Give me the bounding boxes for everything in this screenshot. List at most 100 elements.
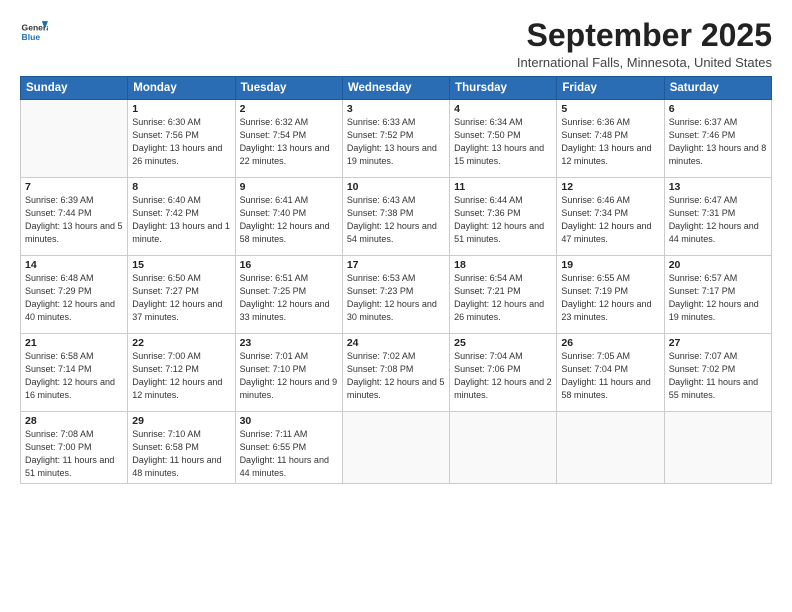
day-info: Sunrise: 6:57 AM Sunset: 7:17 PM Dayligh…	[669, 272, 767, 324]
calendar-cell	[557, 412, 664, 484]
header-row: Sunday Monday Tuesday Wednesday Thursday…	[21, 77, 772, 100]
calendar-cell: 13Sunrise: 6:47 AM Sunset: 7:31 PM Dayli…	[664, 178, 771, 256]
day-number: 26	[561, 337, 659, 349]
day-info: Sunrise: 6:39 AM Sunset: 7:44 PM Dayligh…	[25, 194, 123, 246]
day-info: Sunrise: 6:30 AM Sunset: 7:56 PM Dayligh…	[132, 116, 230, 168]
day-number: 7	[25, 181, 123, 193]
calendar-cell	[342, 412, 449, 484]
day-info: Sunrise: 6:46 AM Sunset: 7:34 PM Dayligh…	[561, 194, 659, 246]
svg-text:Blue: Blue	[22, 32, 41, 42]
day-number: 12	[561, 181, 659, 193]
location-subtitle: International Falls, Minnesota, United S…	[517, 55, 772, 70]
calendar-cell: 3Sunrise: 6:33 AM Sunset: 7:52 PM Daylig…	[342, 100, 449, 178]
day-info: Sunrise: 6:50 AM Sunset: 7:27 PM Dayligh…	[132, 272, 230, 324]
title-block: September 2025 International Falls, Minn…	[517, 18, 772, 70]
day-number: 6	[669, 103, 767, 115]
calendar-week-2: 7Sunrise: 6:39 AM Sunset: 7:44 PM Daylig…	[21, 178, 772, 256]
day-number: 21	[25, 337, 123, 349]
day-info: Sunrise: 6:58 AM Sunset: 7:14 PM Dayligh…	[25, 350, 123, 402]
day-info: Sunrise: 6:33 AM Sunset: 7:52 PM Dayligh…	[347, 116, 445, 168]
calendar-page: General Blue September 2025 Internationa…	[0, 0, 792, 612]
day-number: 27	[669, 337, 767, 349]
calendar-cell: 5Sunrise: 6:36 AM Sunset: 7:48 PM Daylig…	[557, 100, 664, 178]
calendar-cell: 15Sunrise: 6:50 AM Sunset: 7:27 PM Dayli…	[128, 256, 235, 334]
day-number: 15	[132, 259, 230, 271]
day-number: 17	[347, 259, 445, 271]
calendar-cell: 19Sunrise: 6:55 AM Sunset: 7:19 PM Dayli…	[557, 256, 664, 334]
day-info: Sunrise: 6:34 AM Sunset: 7:50 PM Dayligh…	[454, 116, 552, 168]
day-number: 1	[132, 103, 230, 115]
day-info: Sunrise: 6:36 AM Sunset: 7:48 PM Dayligh…	[561, 116, 659, 168]
month-title: September 2025	[517, 18, 772, 53]
calendar-cell: 25Sunrise: 7:04 AM Sunset: 7:06 PM Dayli…	[450, 334, 557, 412]
day-number: 28	[25, 415, 123, 427]
calendar-cell	[21, 100, 128, 178]
day-info: Sunrise: 7:01 AM Sunset: 7:10 PM Dayligh…	[240, 350, 338, 402]
calendar-cell: 29Sunrise: 7:10 AM Sunset: 6:58 PM Dayli…	[128, 412, 235, 484]
calendar-cell: 22Sunrise: 7:00 AM Sunset: 7:12 PM Dayli…	[128, 334, 235, 412]
day-info: Sunrise: 6:53 AM Sunset: 7:23 PM Dayligh…	[347, 272, 445, 324]
col-monday: Monday	[128, 77, 235, 100]
col-friday: Friday	[557, 77, 664, 100]
calendar-cell: 8Sunrise: 6:40 AM Sunset: 7:42 PM Daylig…	[128, 178, 235, 256]
col-tuesday: Tuesday	[235, 77, 342, 100]
day-number: 23	[240, 337, 338, 349]
day-number: 24	[347, 337, 445, 349]
calendar-cell: 21Sunrise: 6:58 AM Sunset: 7:14 PM Dayli…	[21, 334, 128, 412]
day-number: 20	[669, 259, 767, 271]
logo: General Blue	[20, 18, 48, 46]
day-number: 3	[347, 103, 445, 115]
calendar-cell: 9Sunrise: 6:41 AM Sunset: 7:40 PM Daylig…	[235, 178, 342, 256]
calendar-cell: 27Sunrise: 7:07 AM Sunset: 7:02 PM Dayli…	[664, 334, 771, 412]
day-info: Sunrise: 6:48 AM Sunset: 7:29 PM Dayligh…	[25, 272, 123, 324]
day-number: 5	[561, 103, 659, 115]
day-info: Sunrise: 7:02 AM Sunset: 7:08 PM Dayligh…	[347, 350, 445, 402]
day-info: Sunrise: 6:43 AM Sunset: 7:38 PM Dayligh…	[347, 194, 445, 246]
day-number: 19	[561, 259, 659, 271]
calendar-table: Sunday Monday Tuesday Wednesday Thursday…	[20, 76, 772, 484]
day-info: Sunrise: 7:05 AM Sunset: 7:04 PM Dayligh…	[561, 350, 659, 402]
col-saturday: Saturday	[664, 77, 771, 100]
calendar-cell: 12Sunrise: 6:46 AM Sunset: 7:34 PM Dayli…	[557, 178, 664, 256]
calendar-cell	[450, 412, 557, 484]
col-sunday: Sunday	[21, 77, 128, 100]
day-number: 14	[25, 259, 123, 271]
page-header: General Blue September 2025 Internationa…	[20, 18, 772, 70]
calendar-cell: 30Sunrise: 7:11 AM Sunset: 6:55 PM Dayli…	[235, 412, 342, 484]
day-info: Sunrise: 6:47 AM Sunset: 7:31 PM Dayligh…	[669, 194, 767, 246]
day-info: Sunrise: 7:04 AM Sunset: 7:06 PM Dayligh…	[454, 350, 552, 402]
day-info: Sunrise: 7:11 AM Sunset: 6:55 PM Dayligh…	[240, 428, 338, 480]
calendar-cell: 2Sunrise: 6:32 AM Sunset: 7:54 PM Daylig…	[235, 100, 342, 178]
calendar-cell	[664, 412, 771, 484]
calendar-week-3: 14Sunrise: 6:48 AM Sunset: 7:29 PM Dayli…	[21, 256, 772, 334]
calendar-cell: 16Sunrise: 6:51 AM Sunset: 7:25 PM Dayli…	[235, 256, 342, 334]
day-info: Sunrise: 7:07 AM Sunset: 7:02 PM Dayligh…	[669, 350, 767, 402]
day-info: Sunrise: 6:32 AM Sunset: 7:54 PM Dayligh…	[240, 116, 338, 168]
calendar-week-4: 21Sunrise: 6:58 AM Sunset: 7:14 PM Dayli…	[21, 334, 772, 412]
calendar-cell: 20Sunrise: 6:57 AM Sunset: 7:17 PM Dayli…	[664, 256, 771, 334]
day-info: Sunrise: 7:00 AM Sunset: 7:12 PM Dayligh…	[132, 350, 230, 402]
calendar-cell: 7Sunrise: 6:39 AM Sunset: 7:44 PM Daylig…	[21, 178, 128, 256]
calendar-cell: 24Sunrise: 7:02 AM Sunset: 7:08 PM Dayli…	[342, 334, 449, 412]
day-number: 13	[669, 181, 767, 193]
day-info: Sunrise: 6:51 AM Sunset: 7:25 PM Dayligh…	[240, 272, 338, 324]
calendar-week-1: 1Sunrise: 6:30 AM Sunset: 7:56 PM Daylig…	[21, 100, 772, 178]
day-number: 10	[347, 181, 445, 193]
calendar-week-5: 28Sunrise: 7:08 AM Sunset: 7:00 PM Dayli…	[21, 412, 772, 484]
day-number: 8	[132, 181, 230, 193]
calendar-cell: 23Sunrise: 7:01 AM Sunset: 7:10 PM Dayli…	[235, 334, 342, 412]
day-info: Sunrise: 6:41 AM Sunset: 7:40 PM Dayligh…	[240, 194, 338, 246]
calendar-cell: 6Sunrise: 6:37 AM Sunset: 7:46 PM Daylig…	[664, 100, 771, 178]
calendar-cell: 28Sunrise: 7:08 AM Sunset: 7:00 PM Dayli…	[21, 412, 128, 484]
day-info: Sunrise: 6:55 AM Sunset: 7:19 PM Dayligh…	[561, 272, 659, 324]
day-number: 29	[132, 415, 230, 427]
calendar-cell: 14Sunrise: 6:48 AM Sunset: 7:29 PM Dayli…	[21, 256, 128, 334]
day-info: Sunrise: 6:40 AM Sunset: 7:42 PM Dayligh…	[132, 194, 230, 246]
day-info: Sunrise: 6:37 AM Sunset: 7:46 PM Dayligh…	[669, 116, 767, 168]
day-number: 18	[454, 259, 552, 271]
logo-icon: General Blue	[20, 18, 48, 46]
day-info: Sunrise: 7:08 AM Sunset: 7:00 PM Dayligh…	[25, 428, 123, 480]
day-info: Sunrise: 6:44 AM Sunset: 7:36 PM Dayligh…	[454, 194, 552, 246]
col-wednesday: Wednesday	[342, 77, 449, 100]
day-number: 2	[240, 103, 338, 115]
